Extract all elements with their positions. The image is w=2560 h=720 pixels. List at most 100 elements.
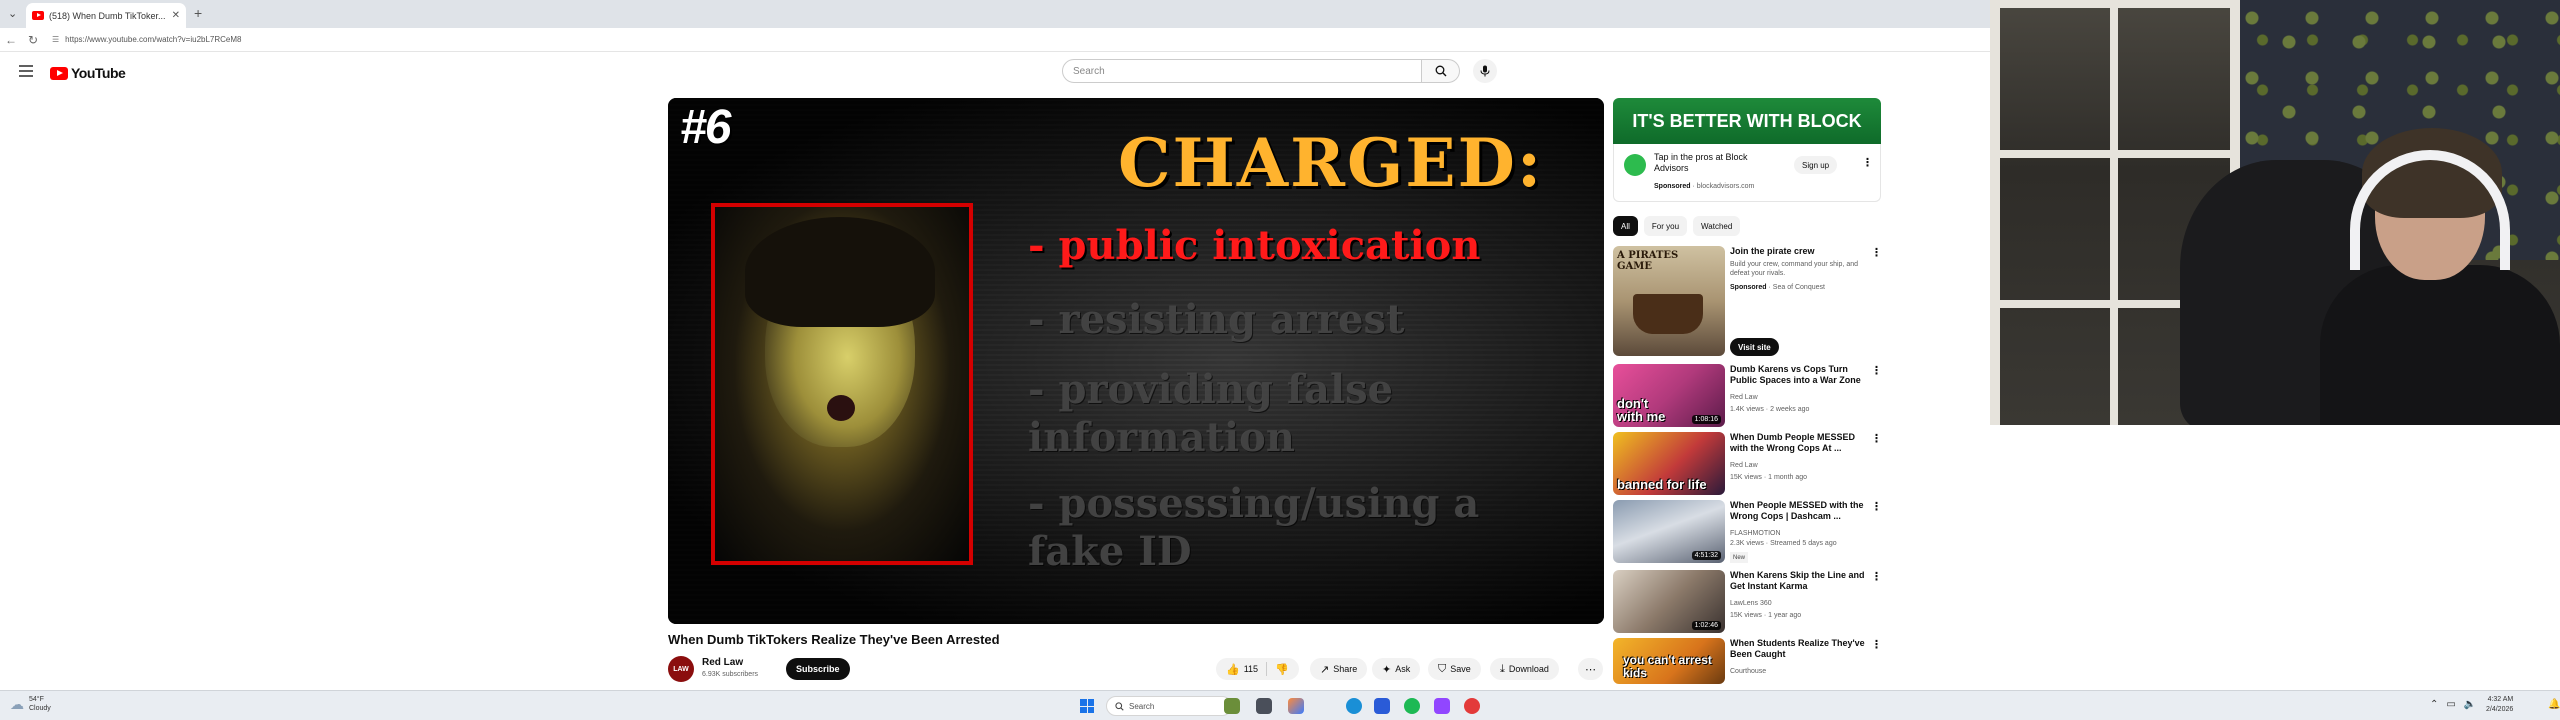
more-vertical-icon[interactable]: ⋮ <box>1871 638 1882 651</box>
ad-banner-text: IT'S BETTER WITH BLOCK <box>1632 110 1862 131</box>
chevron-up-icon[interactable]: ⌃ <box>2430 699 2438 710</box>
taskbar-clock[interactable]: 4:32 AM 2/4/2026 <box>2486 695 2513 715</box>
more-vertical-icon[interactable]: ⋮ <box>1871 364 1882 377</box>
visit-site-button[interactable]: Visit site <box>1730 338 1779 356</box>
download-icon: ⤓ <box>1500 662 1505 675</box>
promo-sponsored-label: Sponsored <box>1730 284 1767 291</box>
recommendation-item[interactable]: you can't arrest kids When Students Real… <box>1613 638 1882 684</box>
download-button[interactable]: ⤓ Download <box>1490 658 1559 680</box>
recommendation-channel: LawLens 360 <box>1730 600 1772 607</box>
search-placeholder: Search <box>1073 65 1105 77</box>
bookmark-icon: ⛉ <box>1438 662 1447 675</box>
more-vertical-icon[interactable]: ⋮ <box>1871 432 1882 445</box>
ad-card[interactable]: Tap in the pros at Block Advisors Sponso… <box>1613 144 1881 202</box>
ad-sponsored-line: Sponsored · blockadvisors.com <box>1654 183 1755 190</box>
notification-bell-icon[interactable]: 🔔 <box>2548 699 2560 710</box>
recommendation-title: When People MESSED with the Wrong Cops |… <box>1730 500 1864 521</box>
youtube-play-icon <box>50 66 68 80</box>
promo-thumbnail: A PIRATES GAME <box>1613 246 1725 356</box>
like-count[interactable]: 115 <box>1244 664 1258 674</box>
recommendation-item[interactable]: don't with me 1:08:16 Dumb Karens vs Cop… <box>1613 364 1882 428</box>
spotify-icon[interactable] <box>1404 698 1420 714</box>
recommendation-item[interactable]: 1:02:46 When Karens Skip the Line and Ge… <box>1613 570 1882 634</box>
charge-line: - public intoxication <box>1028 222 1481 269</box>
more-vertical-icon[interactable]: ⋮ <box>1871 500 1882 513</box>
search-button[interactable] <box>1422 59 1460 83</box>
video-duration: 1:08:16 <box>1691 415 1721 424</box>
thumbs-up-icon[interactable]: 👍 <box>1226 663 1240 676</box>
back-arrow-icon[interactable]: ← <box>0 33 22 47</box>
browser-tabbar: ⌄ (518) When Dumb TikToker... ✕ + <box>0 0 1990 28</box>
share-button[interactable]: ↗ Share <box>1310 658 1368 680</box>
thumbs-down-icon[interactable]: 👎 <box>1275 663 1289 676</box>
recommendation-meta: 2.3K views · Streamed 5 days ago <box>1730 540 1837 547</box>
subscribe-button[interactable]: Subscribe <box>786 658 850 680</box>
volume-icon[interactable]: 🔈 <box>2464 699 2476 710</box>
subscriber-count: 6.93K subscribers <box>702 671 759 678</box>
reload-icon[interactable]: ↻ <box>22 33 44 47</box>
video-thumbnail: 4:51:32 <box>1613 500 1725 563</box>
close-icon[interactable]: ✕ <box>172 10 180 21</box>
more-vertical-icon[interactable]: ⋮ <box>1862 156 1873 169</box>
like-dislike-group: 👍 115 👎 <box>1216 658 1299 680</box>
taskbar-search[interactable]: Search <box>1106 696 1232 716</box>
site-info-icon[interactable]: ☰ <box>52 35 59 44</box>
more-actions-button[interactable]: ⋯ <box>1578 658 1603 680</box>
taskbar-app-icon[interactable] <box>1288 698 1304 714</box>
recommendation-title: When Karens Skip the Line and Get Instan… <box>1730 570 1865 591</box>
recommendation-title: When Dumb People MESSED with the Wrong C… <box>1730 432 1856 453</box>
browser-toolbar: ← ↻ ☰ https://www.youtube.com/watch?v=iu… <box>0 28 1990 52</box>
menu-hamburger-icon[interactable] <box>19 65 33 77</box>
recommendation-meta: 1.4K views · 2 weeks ago <box>1730 406 1810 413</box>
windows-start-icon[interactable] <box>1080 699 1094 713</box>
promoted-item[interactable]: A PIRATES GAME Join the pirate crew Buil… <box>1613 246 1882 360</box>
youtube-logo-text: YouTube <box>71 65 126 81</box>
ask-label: Ask <box>1395 664 1411 674</box>
chip-watched[interactable]: Watched <box>1693 216 1741 236</box>
more-vertical-icon[interactable]: ⋮ <box>1871 570 1882 583</box>
video-thumbnail: you can't arrest kids <box>1613 638 1725 684</box>
voice-search-button[interactable] <box>1473 59 1497 83</box>
chip-all[interactable]: All <box>1613 216 1638 236</box>
charge-line: - possessing/using a fake ID <box>1028 480 1480 575</box>
recommendation-meta: 15K views · 1 year ago <box>1730 612 1802 619</box>
ad-banner-image[interactable]: IT'S BETTER WITH BLOCK <box>1613 98 1881 144</box>
more-horizontal-icon: ⋯ <box>1585 663 1596 676</box>
new-tab-plus-icon[interactable]: + <box>194 5 202 21</box>
save-button[interactable]: ⛉ Save <box>1428 658 1481 680</box>
mugshot-frame <box>711 203 973 565</box>
network-icon[interactable]: ▭ <box>2446 699 2455 710</box>
new-badge: New <box>1730 552 1749 563</box>
more-vertical-icon[interactable]: ⋮ <box>1871 246 1882 259</box>
channel-row: LAW Red Law 6.93K subscribers Subscribe … <box>668 654 1604 686</box>
share-arrow-icon: ↗ <box>1320 663 1330 676</box>
system-tray: ⌃ ▭ 🔈 <box>2430 699 2476 710</box>
clock-time: 4:32 AM <box>2487 696 2514 703</box>
ask-button[interactable]: ✦ Ask <box>1372 658 1421 680</box>
taskbar-app-icon[interactable] <box>1434 698 1450 714</box>
edge-browser-icon[interactable] <box>1346 698 1362 714</box>
avatar-text: LAW <box>673 665 689 673</box>
tab-list-chevron-icon[interactable]: ⌄ <box>8 7 17 20</box>
address-bar[interactable]: ☰ https://www.youtube.com/watch?v=iu2bL7… <box>52 31 1952 49</box>
temperature: 54°F <box>29 696 44 703</box>
browser-tab-youtube[interactable]: (518) When Dumb TikToker... ✕ <box>26 3 186 28</box>
weather-widget[interactable]: ☁ 54°F Cloudy <box>10 695 51 713</box>
recommendation-item[interactable]: 4:51:32 When People MESSED with the Wron… <box>1613 500 1882 564</box>
video-player[interactable]: #6 CHARGED: - public intoxication - resi… <box>668 98 1604 624</box>
chip-for-you[interactable]: For you <box>1643 216 1688 236</box>
channel-name[interactable]: Red Law <box>702 657 743 668</box>
youtube-logo[interactable]: YouTube <box>50 65 126 81</box>
ad-signup-button[interactable]: Sign up <box>1794 156 1838 174</box>
task-view-icon[interactable] <box>1256 698 1272 714</box>
chrome-browser-icon[interactable] <box>1464 698 1480 714</box>
channel-avatar[interactable]: LAW <box>668 656 694 682</box>
promo-advertiser: Sea of Conquest <box>1772 284 1825 291</box>
recommendation-title: When Students Realize They've Been Caugh… <box>1730 638 1865 659</box>
taskbar-app-icon[interactable] <box>1374 698 1390 714</box>
taskbar-app-icon[interactable] <box>1224 698 1240 714</box>
recommendation-item[interactable]: banned for life When Dumb People MESSED … <box>1613 432 1882 496</box>
search-input[interactable]: Search <box>1062 59 1422 83</box>
weather-text: 54°F Cloudy <box>29 695 51 713</box>
video-rank-number: #6 <box>680 101 731 154</box>
